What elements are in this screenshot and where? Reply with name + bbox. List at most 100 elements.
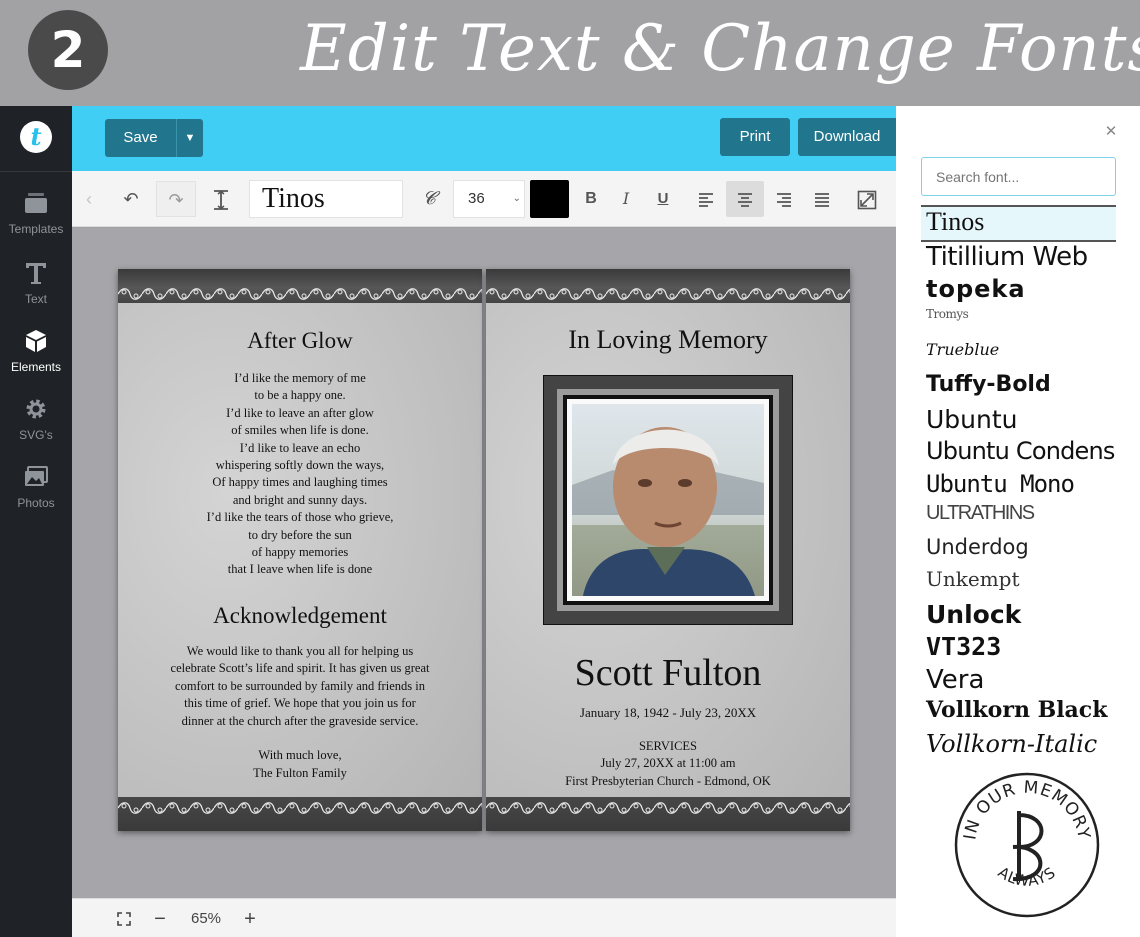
undo-button[interactable]: ↶ (112, 181, 150, 217)
acknowledgement-line: comfort to be surrounded by family and f… (175, 678, 425, 693)
align-center-icon (738, 193, 752, 208)
font-option[interactable]: topeka (921, 275, 1116, 308)
life-dates[interactable]: January 18, 1942 - July 23, 20XX (486, 705, 850, 721)
font-option[interactable]: Titillium Web (921, 242, 1116, 275)
text-height-icon (214, 190, 228, 211)
poem-line: to be a happy one. (254, 388, 346, 403)
align-center-button[interactable] (726, 181, 764, 217)
font-option[interactable]: Unlock (921, 600, 1116, 633)
italic-button[interactable]: I (614, 181, 638, 217)
resize-icon (857, 190, 877, 210)
back-button[interactable]: ‹ (76, 181, 102, 217)
font-option[interactable]: Underdog (921, 535, 1116, 568)
font-option[interactable]: Vollkorn Black (921, 697, 1116, 730)
align-justify-button[interactable] (806, 181, 838, 217)
font-option[interactable]: Ubuntu Mono (921, 470, 1116, 503)
portrait-photo[interactable] (543, 375, 793, 625)
step-number-badge: 2 (28, 10, 108, 90)
design-canvas[interactable]: After Glow I’d like the memory of me to … (72, 228, 896, 898)
chevron-down-icon: ⌄ (512, 193, 521, 204)
font-option[interactable]: Ubuntu Condensed (921, 437, 1116, 470)
resize-button[interactable] (850, 181, 884, 217)
gear-icon (26, 399, 46, 419)
poem-line: Of happy times and laughing times (212, 475, 388, 490)
print-button[interactable]: Print (720, 118, 790, 156)
chevron-down-icon: ▼ (184, 132, 196, 144)
sidebar-item-svgs[interactable]: SVG's (0, 396, 72, 456)
sidebar-item-text[interactable]: Text (0, 260, 72, 320)
zoom-out-button[interactable]: − (150, 908, 170, 930)
sidebar-item-photos[interactable]: Photos (0, 464, 72, 524)
font-option[interactable]: VT323 (921, 632, 1116, 665)
poem-line: I’d like to leave an after glow (226, 405, 374, 420)
align-right-button[interactable] (768, 181, 800, 217)
align-left-button[interactable] (690, 181, 722, 217)
right-page[interactable]: In Loving Memory Scott Fulton January 18… (486, 269, 850, 831)
redo-button[interactable]: ↷ (156, 181, 196, 217)
poem-line: of happy memories (251, 545, 349, 560)
bottom-border-band (118, 797, 482, 831)
save-button[interactable]: Save (105, 119, 176, 157)
banner: 2 Edit Text & Change Fonts (0, 0, 1140, 106)
redo-icon: ↷ (168, 190, 184, 210)
poem-line: to dry before the sun (248, 527, 352, 542)
font-option[interactable]: ULTRATHINS (921, 502, 1116, 535)
service-place: First Presbyterian Church - Edmond, OK (565, 773, 771, 788)
zoom-in-button[interactable]: + (240, 908, 260, 930)
top-toolbar: Save ▼ Print Download (72, 106, 896, 171)
font-option[interactable]: Unkempt (921, 567, 1116, 600)
left-page[interactable]: After Glow I’d like the memory of me to … (118, 269, 482, 831)
font-option[interactable]: Ubuntu (921, 405, 1116, 438)
cube-icon (26, 330, 46, 352)
font-panel: ✕ Tinos Titillium Web topeka Tromys True… (896, 106, 1140, 937)
font-search-input[interactable] (921, 157, 1116, 196)
scroll-ornament (486, 287, 850, 301)
poem-line: I’d like the memory of me (234, 371, 366, 385)
acknowledgement-line: We would like to thank you all for helpi… (186, 644, 414, 658)
memorial-heading[interactable]: In Loving Memory (486, 325, 850, 355)
acknowledgement-text[interactable]: We would like to thank you all for helpi… (118, 643, 482, 782)
align-left-icon (699, 193, 713, 208)
text-color-picker[interactable] (530, 180, 569, 218)
fit-screen-button[interactable] (114, 908, 134, 930)
font-option[interactable]: Vera (921, 665, 1116, 698)
font-option[interactable]: Tinos (921, 207, 1116, 242)
text-style-icon: 𝓒 (422, 188, 436, 209)
sidebar-item-label: Text (24, 292, 47, 306)
poem-title[interactable]: After Glow (118, 328, 482, 354)
memory-seal-logo: IN OUR MEMORY ALWAYS (954, 772, 1100, 918)
download-button[interactable]: Download (798, 118, 896, 156)
services-info[interactable]: SERVICES July 27, 20XX at 11:00 am First… (486, 738, 850, 790)
bold-button[interactable]: B (578, 181, 604, 217)
app-logo[interactable]: t (20, 121, 52, 153)
save-options-button[interactable]: ▼ (176, 119, 203, 157)
formatting-toolbar: ‹ ↶ ↷ Tinos 𝓒 36 ⌄ B I U (72, 171, 896, 227)
font-option[interactable]: Tuffy-Bold (921, 372, 1116, 405)
sidebar-item-elements[interactable]: Elements (0, 328, 72, 388)
text-icon (26, 263, 46, 284)
text-effects-button[interactable]: 𝓒 (414, 181, 444, 217)
poem-line: of smiles when life is done. (231, 423, 369, 438)
zoom-level: 65% (190, 910, 222, 927)
line-spacing-button[interactable] (204, 181, 238, 217)
close-panel-button[interactable]: ✕ (1101, 122, 1121, 142)
font-option[interactable]: Vollkorn-Italic (921, 730, 1116, 763)
scroll-ornament (486, 801, 850, 815)
font-size-value: 36 (468, 190, 485, 207)
font-family-selector[interactable]: Tinos (249, 180, 403, 218)
left-sidebar: t Templates Text Elements SVG's Photos (0, 106, 72, 937)
font-option[interactable]: Trueblue (921, 340, 1116, 373)
closing-line: With much love, (258, 748, 342, 763)
acknowledgement-title[interactable]: Acknowledgement (118, 603, 482, 629)
top-border-band (118, 269, 482, 303)
sidebar-item-templates[interactable]: Templates (0, 190, 72, 250)
underline-button[interactable]: U (650, 181, 676, 217)
font-size-input[interactable]: 36 ⌄ (453, 180, 525, 218)
chevron-left-icon: ‹ (86, 189, 92, 209)
signature-line: The Fulton Family (253, 765, 347, 780)
deceased-name[interactable]: Scott Fulton (486, 651, 850, 695)
poem-text[interactable]: I’d like the memory of me to be a happy … (118, 370, 482, 579)
acknowledgement-line: dinner at the church after the graveside… (181, 713, 419, 728)
font-option[interactable]: Tromys (921, 307, 1116, 340)
logo-area: t (0, 106, 72, 172)
